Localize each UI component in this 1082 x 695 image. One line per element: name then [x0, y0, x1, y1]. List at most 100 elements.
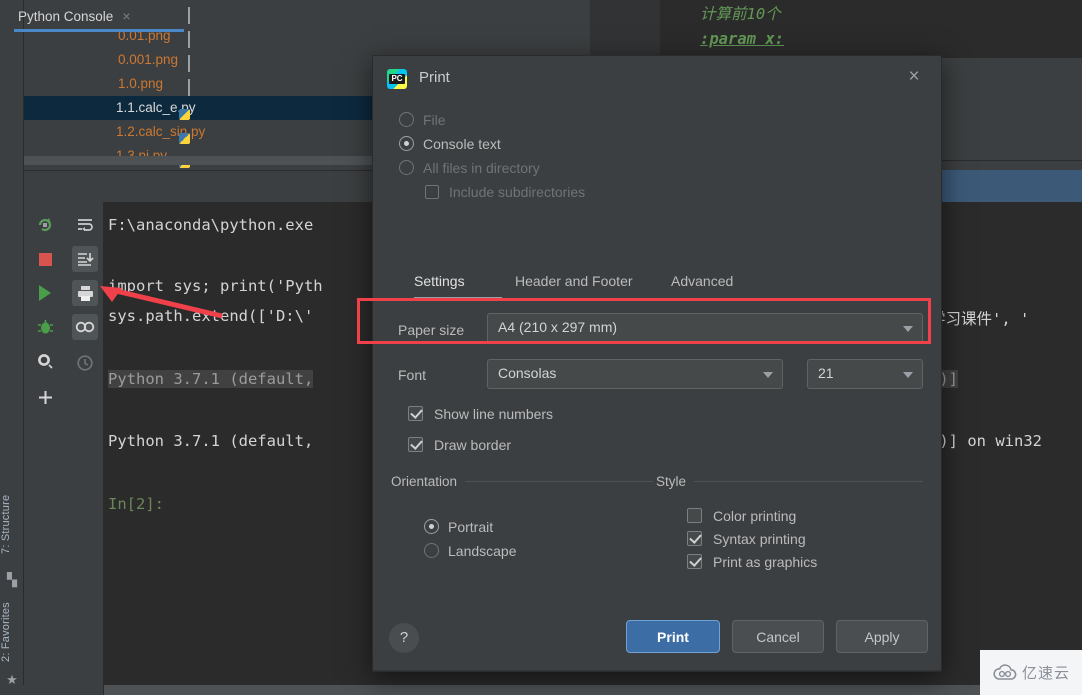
radio-label: Portrait: [448, 519, 494, 535]
radio-icon-selected: [399, 136, 414, 151]
editor-gutter: [590, 0, 660, 58]
radio-option-portrait[interactable]: Portrait: [418, 515, 493, 539]
docstring-param-line: :param x:: [700, 30, 784, 48]
add-icon[interactable]: [32, 384, 58, 410]
cloud-icon: [993, 663, 1017, 680]
dialog-title-bar: PC Print ×: [373, 56, 941, 102]
font-family-select[interactable]: Consolas: [487, 359, 783, 389]
left-tool-rail: [0, 0, 24, 695]
dialog-tabs: Settings Header and Footer Advanced: [393, 271, 923, 300]
radio-icon: [399, 112, 414, 127]
radio-option-file[interactable]: File: [393, 108, 585, 132]
list-item[interactable]: 1.2.calc_sin.py: [24, 120, 380, 144]
console-toolbar-left: [24, 202, 64, 695]
console-toolbar-right: [64, 202, 104, 695]
checkbox-color-printing[interactable]: Color printing: [687, 505, 796, 527]
radio-option-all-files[interactable]: All files in directory: [393, 156, 585, 180]
help-button[interactable]: ?: [389, 623, 419, 653]
checkbox-icon-checked: [408, 406, 423, 421]
console-line: 学习课件', ': [930, 310, 1030, 328]
radio-label: Landscape: [448, 543, 517, 559]
checkbox-print-as-graphics[interactable]: Print as graphics: [687, 551, 817, 573]
font-label: Font: [398, 367, 427, 383]
checkbox-show-line-numbers[interactable]: Show line numbers: [408, 403, 553, 425]
cancel-button[interactable]: Cancel: [732, 620, 824, 653]
radio-label: File: [423, 112, 446, 128]
tree-item-label: 1.0.png: [118, 76, 164, 91]
list-item[interactable]: 0.001.png: [24, 48, 380, 72]
print-icon[interactable]: [72, 280, 98, 306]
checkbox-icon-checked: [687, 554, 702, 569]
paper-size-value: A4 (210 x 297 mm): [498, 319, 618, 335]
font-size-select[interactable]: 21: [807, 359, 923, 389]
checkbox-icon-checked: [408, 437, 423, 452]
pycharm-icon: PC: [387, 69, 407, 89]
console-prompt: In[2]:: [108, 495, 164, 513]
stop-icon[interactable]: [32, 246, 58, 272]
radio-icon: [399, 160, 414, 175]
checkbox-include-subdirectories[interactable]: Include subdirectories: [393, 180, 585, 204]
sidebar-item-favorites[interactable]: 2: Favorites: [0, 592, 24, 672]
orientation-group-line: [463, 481, 653, 482]
list-item[interactable]: 1.0.png: [24, 72, 380, 96]
tree-horizontal-scrollbar[interactable]: [24, 156, 380, 165]
scroll-to-end-icon[interactable]: [72, 246, 98, 272]
watermark-text: 亿速云: [1021, 665, 1070, 682]
radio-label: All files in directory: [423, 160, 540, 176]
checkbox-icon: [687, 508, 702, 523]
checkbox-label: Print as graphics: [713, 554, 818, 570]
tab-active-indicator: [14, 29, 184, 32]
png-file-icon: [188, 7, 190, 24]
font-family-value: Consolas: [498, 365, 557, 381]
settings-icon[interactable]: [32, 348, 58, 374]
checkbox-label: Include subdirectories: [449, 184, 586, 200]
debug-icon[interactable]: [32, 314, 58, 340]
radio-option-landscape[interactable]: Landscape: [418, 539, 517, 563]
close-icon[interactable]: ×: [901, 64, 927, 90]
console-line: Python 3.7.1 (default,: [108, 432, 314, 450]
print-dialog: PC Print × File Console text All files i…: [372, 55, 942, 672]
soft-wrap-icon[interactable]: [72, 212, 98, 238]
tab-header-and-footer[interactable]: Header and Footer: [515, 271, 633, 297]
structure-icon: ▚: [7, 572, 17, 587]
radio-option-console-text[interactable]: Console text: [393, 132, 585, 156]
sidebar-item-structure[interactable]: 7: Structure: [0, 478, 24, 570]
watermark: 亿速云: [980, 650, 1082, 695]
radio-icon-selected: [424, 519, 439, 534]
radio-icon: [424, 543, 439, 558]
paper-size-select[interactable]: A4 (210 x 297 mm): [487, 313, 923, 343]
checkbox-label: Draw border: [434, 437, 512, 453]
tab-settings[interactable]: Settings: [414, 271, 465, 297]
console-horizontal-scrollbar[interactable]: [104, 685, 1082, 695]
style-group-title: Style: [656, 474, 695, 489]
close-icon[interactable]: ×: [122, 8, 130, 24]
checkbox-label: Syntax printing: [713, 531, 806, 547]
run-icon[interactable]: [32, 280, 58, 306]
print-button[interactable]: Print: [626, 620, 720, 653]
png-file-icon: [188, 55, 190, 72]
png-file-icon: [188, 31, 190, 48]
list-item-selected[interactable]: 1.1.calc_e.py: [24, 96, 380, 120]
apply-button[interactable]: Apply: [836, 620, 928, 653]
tab-advanced[interactable]: Advanced: [671, 271, 733, 297]
docstring-line: 计算前10个: [700, 5, 781, 23]
checkbox-draw-border[interactable]: Draw border: [408, 434, 511, 456]
chevron-down-icon: [903, 326, 913, 332]
checkbox-icon: [425, 185, 439, 199]
clock-icon[interactable]: [72, 350, 98, 376]
console-line: Python 3.7.1 (default,: [108, 370, 314, 388]
dialog-button-bar: ? Print Cancel Apply: [373, 609, 941, 671]
radio-label: Console text: [423, 136, 501, 152]
checkbox-icon-checked: [687, 531, 702, 546]
console-history-icon[interactable]: [72, 314, 98, 340]
dialog-title: Print: [419, 69, 450, 86]
tree-item-label: 0.001.png: [118, 52, 179, 67]
tab-active-indicator: [414, 297, 502, 300]
tab-python-console[interactable]: Python Console ×: [18, 4, 131, 31]
checkbox-label: Color printing: [713, 508, 797, 524]
orientation-group-title: Orientation: [391, 474, 466, 489]
rail-footer: [0, 685, 24, 695]
checkbox-syntax-printing[interactable]: Syntax printing: [687, 528, 806, 550]
rerun-icon[interactable]: [32, 212, 58, 238]
console-tab-bar: [24, 170, 380, 202]
